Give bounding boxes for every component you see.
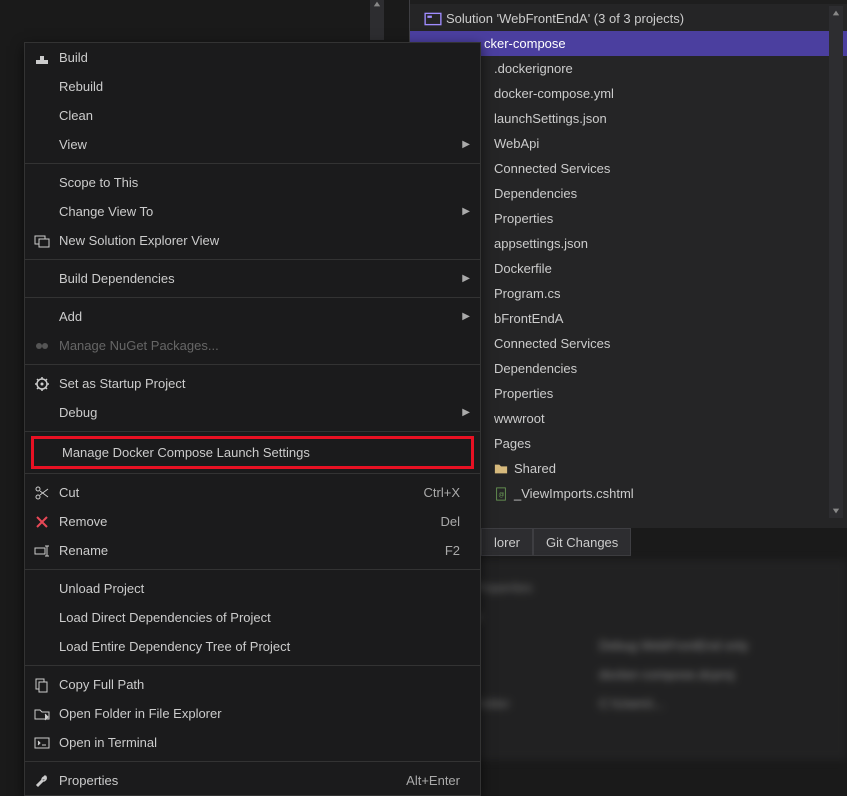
file-icon: @ — [494, 487, 508, 501]
rename-icon — [25, 543, 59, 559]
build-icon — [25, 50, 59, 66]
menu-remove[interactable]: RemoveDel — [25, 507, 480, 536]
menu-set-startup-project[interactable]: Set as Startup Project — [25, 369, 480, 398]
shortcut-label: F2 — [445, 543, 470, 558]
menu-load-entire-dependency-tree[interactable]: Load Entire Dependency Tree of Project — [25, 632, 480, 661]
gear-icon — [25, 376, 59, 392]
solution-root[interactable]: Solution 'WebFrontEndA' (3 of 3 projects… — [410, 6, 847, 31]
submenu-arrow-icon: ▶ — [462, 206, 470, 217]
submenu-arrow-icon: ▶ — [462, 407, 470, 418]
menu-view[interactable]: View▶ — [25, 130, 480, 159]
svg-text:@: @ — [498, 491, 504, 498]
editor-scrollbar[interactable] — [370, 0, 384, 40]
menu-cut[interactable]: CutCtrl+X — [25, 478, 480, 507]
menu-clean[interactable]: Clean — [25, 101, 480, 130]
menu-separator — [25, 364, 480, 365]
delete-icon — [25, 514, 59, 530]
menu-scope-to-this[interactable]: Scope to This — [25, 168, 480, 197]
menu-load-direct-dependencies[interactable]: Load Direct Dependencies of Project — [25, 603, 480, 632]
menu-change-view-to[interactable]: Change View To▶ — [25, 197, 480, 226]
submenu-arrow-icon: ▶ — [462, 311, 470, 322]
menu-separator — [25, 259, 480, 260]
wrench-icon — [25, 773, 59, 789]
explorer-scrollbar[interactable] — [829, 6, 843, 518]
shortcut-label: Del — [440, 514, 470, 529]
folder-open-icon — [25, 706, 59, 722]
window-icon — [25, 233, 59, 249]
menu-build[interactable]: Build — [25, 43, 480, 72]
shortcut-label: Alt+Enter — [406, 773, 470, 788]
panel-tabs: lorer Git Changes — [481, 528, 631, 556]
shortcut-label: Ctrl+X — [424, 485, 470, 500]
menu-separator — [25, 431, 480, 432]
menu-open-in-terminal[interactable]: Open in Terminal — [25, 728, 480, 757]
menu-copy-full-path[interactable]: Copy Full Path — [25, 670, 480, 699]
menu-open-folder-file-explorer[interactable]: Open Folder in File Explorer — [25, 699, 480, 728]
menu-new-solution-explorer-view[interactable]: New Solution Explorer View — [25, 226, 480, 255]
nuget-icon — [25, 338, 59, 354]
menu-properties[interactable]: PropertiesAlt+Enter — [25, 766, 480, 795]
menu-build-dependencies[interactable]: Build Dependencies▶ — [25, 264, 480, 293]
menu-separator — [25, 297, 480, 298]
menu-debug[interactable]: Debug▶ — [25, 398, 480, 427]
folder-icon — [494, 462, 508, 476]
menu-manage-nuget: Manage NuGet Packages... — [25, 331, 480, 360]
menu-rename[interactable]: RenameF2 — [25, 536, 480, 565]
scroll-up-icon[interactable] — [829, 6, 843, 20]
solution-icon — [424, 10, 442, 28]
tab-solution-explorer[interactable]: lorer — [481, 528, 533, 556]
tab-git-changes[interactable]: Git Changes — [533, 528, 631, 556]
submenu-arrow-icon: ▶ — [462, 139, 470, 150]
menu-add[interactable]: Add▶ — [25, 302, 480, 331]
menu-rebuild[interactable]: Rebuild — [25, 72, 480, 101]
menu-manage-docker-compose-launch-settings[interactable]: Manage Docker Compose Launch Settings — [31, 436, 474, 469]
terminal-icon — [25, 735, 59, 751]
context-menu: Build Rebuild Clean View▶ Scope to This … — [24, 42, 481, 796]
menu-separator — [25, 163, 480, 164]
solution-root-label: Solution 'WebFrontEndA' (3 of 3 projects… — [446, 11, 684, 26]
submenu-arrow-icon: ▶ — [462, 273, 470, 284]
copy-icon — [25, 677, 59, 693]
menu-unload-project[interactable]: Unload Project — [25, 574, 480, 603]
scroll-down-icon[interactable] — [829, 504, 843, 518]
scissors-icon — [25, 485, 59, 501]
menu-separator — [25, 473, 480, 474]
menu-separator — [25, 665, 480, 666]
menu-separator — [25, 569, 480, 570]
